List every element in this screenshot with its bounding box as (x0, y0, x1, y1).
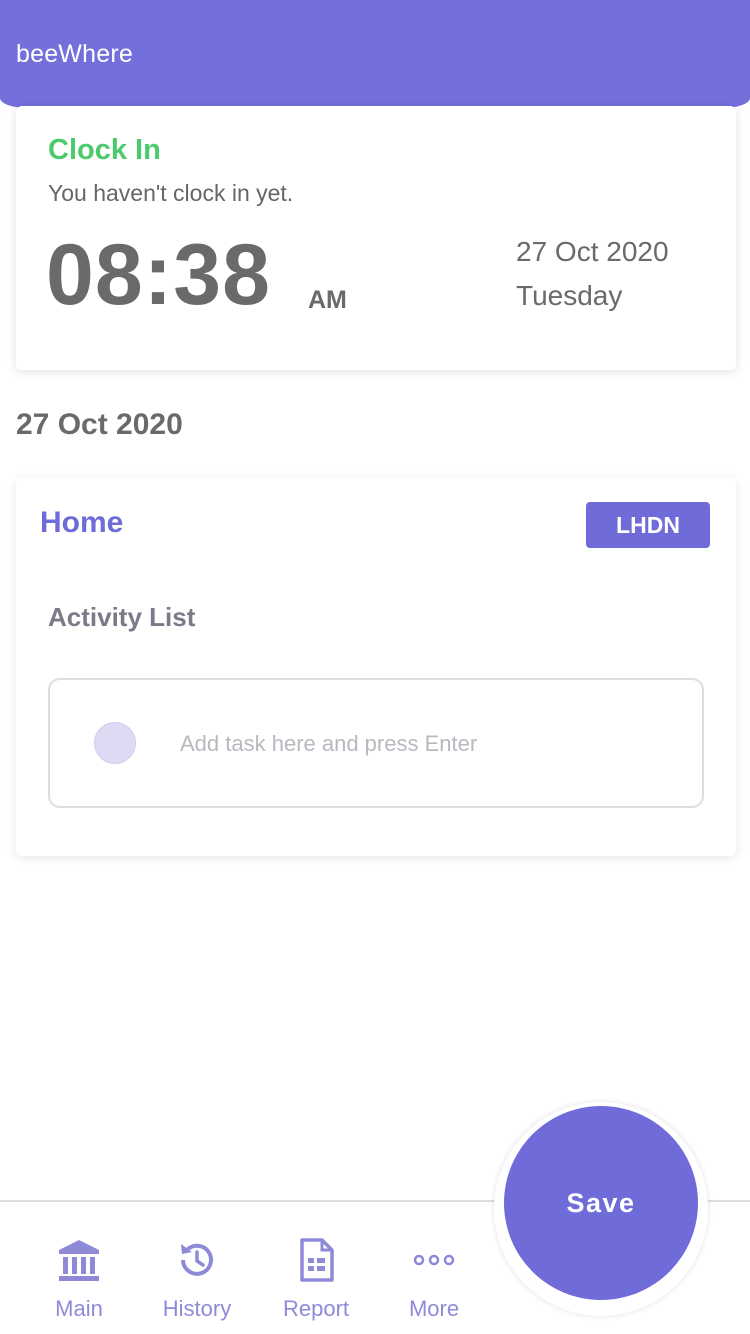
nav-label-report: Report (282, 1296, 350, 1321)
save-button[interactable]: Save (504, 1106, 698, 1300)
app-title: beeWhere (16, 40, 133, 68)
app-header: beeWhere (0, 0, 750, 108)
location-title: Home (40, 506, 124, 539)
history-icon (138, 1236, 256, 1284)
nav-item-history[interactable]: History (138, 1202, 256, 1334)
add-task-box (48, 678, 704, 808)
section-date-heading: 27 Oct 2020 (16, 408, 183, 441)
nav-item-main[interactable]: Main (20, 1202, 138, 1334)
current-time: 08:38 (46, 227, 271, 323)
report-icon (257, 1236, 375, 1284)
bank-icon (20, 1236, 138, 1284)
activity-list-heading: Activity List (48, 602, 196, 632)
more-icon (375, 1236, 493, 1284)
nav-item-report[interactable]: Report (257, 1202, 375, 1334)
nav-label-more: More (408, 1296, 460, 1321)
activity-card: Home LHDN Activity List (16, 478, 736, 856)
task-checkbox[interactable] (94, 722, 136, 764)
add-task-input[interactable] (180, 724, 660, 764)
clock-in-label: Clock In (48, 134, 161, 166)
nav-item-more[interactable]: More (375, 1202, 493, 1334)
client-tag-badge[interactable]: LHDN (586, 502, 710, 548)
time-period: AM (308, 286, 347, 314)
current-date: 27 Oct 2020 (516, 236, 669, 267)
clock-status-text: You haven't clock in yet. (48, 180, 294, 206)
nav-label-main: Main (55, 1296, 103, 1321)
clock-in-card: Clock In You haven't clock in yet. 08:38… (16, 106, 736, 370)
current-weekday: Tuesday (516, 280, 623, 311)
nav-label-history: History (162, 1296, 232, 1321)
